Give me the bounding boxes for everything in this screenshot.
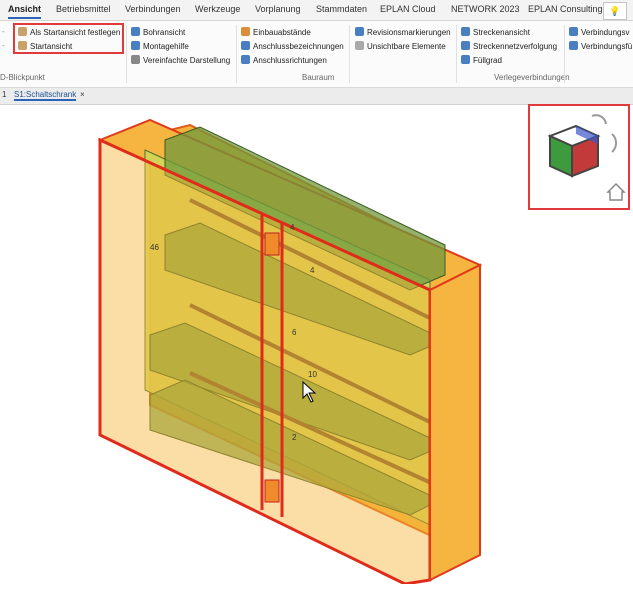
ribbon-tab-bar: Ansicht Betriebsmittel Verbindungen Werk… bbox=[0, 0, 633, 21]
route-view-label: Streckenansicht bbox=[473, 28, 530, 37]
connection-icon bbox=[569, 27, 578, 36]
tab-stammdaten[interactable]: Stammdaten bbox=[316, 4, 367, 14]
dimension-label: 4 bbox=[310, 266, 315, 275]
invisible-elements-button[interactable]: Unsichtbare Elemente bbox=[355, 41, 446, 51]
door-lock bbox=[264, 232, 280, 256]
separator bbox=[126, 25, 127, 83]
mounting-aid-label: Montagehilfe bbox=[143, 42, 189, 51]
dimension-label: 2 bbox=[292, 433, 297, 442]
connection-fill-button[interactable]: Verbindungsfü bbox=[569, 41, 632, 51]
installation-spacing-label: Einbauabstände bbox=[253, 28, 311, 37]
installation-spacing-button[interactable]: Einbauabstände bbox=[241, 27, 311, 37]
connection-directions-button[interactable]: Anschlussrichtungen bbox=[241, 55, 327, 65]
revision-icon bbox=[355, 27, 364, 36]
tab-eplan-cloud[interactable]: EPLAN Cloud bbox=[380, 4, 436, 14]
route-tracking-label: Streckennetzverfolgung bbox=[473, 42, 558, 51]
left-marker: - bbox=[2, 27, 5, 36]
highlight-box bbox=[13, 23, 124, 54]
connection-directions-label: Anschlussrichtungen bbox=[253, 56, 327, 65]
separator bbox=[236, 25, 237, 83]
connection-designations-button[interactable]: Anschlussbezeichnungen bbox=[241, 41, 344, 51]
simplified-display-label: Vereinfachte Darstellung bbox=[143, 56, 231, 65]
fill-level-button[interactable]: Füllgrad bbox=[461, 55, 502, 65]
cabinet-side bbox=[429, 263, 481, 582]
connection-designations-label: Anschlussbezeichnungen bbox=[253, 42, 344, 51]
document-tab-bar: 1 S1:Schaltschrank × bbox=[0, 88, 633, 105]
connection-view-button[interactable]: Verbindungsv bbox=[569, 27, 629, 37]
tab-ansicht[interactable]: Ansicht bbox=[8, 4, 42, 19]
tab-werkzeuge[interactable]: Werkzeuge bbox=[195, 4, 240, 14]
tab-verbindungen[interactable]: Verbindungen bbox=[125, 4, 181, 14]
tracking-icon bbox=[461, 41, 470, 50]
separator bbox=[349, 25, 350, 83]
doc-tab-schaltschrank[interactable]: S1:Schaltschrank bbox=[14, 90, 77, 101]
invisible-elements-label: Unsichtbare Elemente bbox=[367, 42, 446, 51]
separator bbox=[456, 25, 457, 83]
door-lock bbox=[264, 479, 280, 503]
tab-betriebsmittel[interactable]: Betriebsmittel bbox=[56, 4, 111, 14]
connection-view-label: Verbindungsv bbox=[581, 28, 630, 37]
lightbulb-icon[interactable]: 💡 bbox=[603, 2, 627, 20]
separator bbox=[564, 25, 565, 83]
route-view-button[interactable]: Streckenansicht bbox=[461, 27, 530, 37]
revision-markers-label: Revisionsmarkierungen bbox=[367, 28, 451, 37]
group-label-verlegeverbindungen: Verlegeverbindungen bbox=[494, 73, 570, 82]
revision-markers-button[interactable]: Revisionsmarkierungen bbox=[355, 27, 451, 37]
direction-icon bbox=[241, 55, 250, 64]
mounting-icon bbox=[131, 41, 140, 50]
drill-view-button[interactable]: Bohransicht bbox=[131, 27, 185, 37]
highlight-box bbox=[528, 104, 630, 210]
fill-level-label: Füllgrad bbox=[473, 56, 502, 65]
doc-tab-number: 1 bbox=[2, 90, 7, 99]
fill-level-icon bbox=[461, 55, 470, 64]
dimension-label: 4 bbox=[290, 223, 295, 232]
dimension-label: 6 bbox=[292, 328, 297, 337]
dimension-label: 10 bbox=[308, 370, 317, 379]
invisible-icon bbox=[355, 41, 364, 50]
tab-network-2023[interactable]: NETWORK 2023 bbox=[451, 4, 520, 14]
drill-view-label: Bohransicht bbox=[143, 28, 186, 37]
view-cube[interactable] bbox=[528, 104, 630, 210]
spacing-icon bbox=[241, 27, 250, 36]
connection-fill-icon bbox=[569, 41, 578, 50]
route-tracking-button[interactable]: Streckennetzverfolgung bbox=[461, 41, 557, 51]
designation-icon bbox=[241, 41, 250, 50]
simplified-display-button[interactable]: Vereinfachte Darstellung bbox=[131, 55, 230, 65]
group-label-bauraum: Bauraum bbox=[302, 73, 335, 82]
dimension-label: 46 bbox=[150, 243, 159, 252]
drill-icon bbox=[131, 27, 140, 36]
tab-vorplanung[interactable]: Vorplanung bbox=[255, 4, 301, 14]
tab-eplan-consulting[interactable]: EPLAN Consulting bbox=[528, 4, 603, 14]
ribbon: - - Als Startansicht festlegen Startansi… bbox=[0, 21, 633, 88]
simplified-icon bbox=[131, 55, 140, 64]
mounting-aid-button[interactable]: Montagehilfe bbox=[131, 41, 189, 51]
close-icon[interactable]: × bbox=[80, 90, 85, 99]
connection-fill-label: Verbindungsfü bbox=[581, 42, 633, 51]
group-label-viewpoint: D-Blickpunkt bbox=[0, 73, 45, 82]
left-marker: - bbox=[2, 41, 5, 50]
route-icon bbox=[461, 27, 470, 36]
